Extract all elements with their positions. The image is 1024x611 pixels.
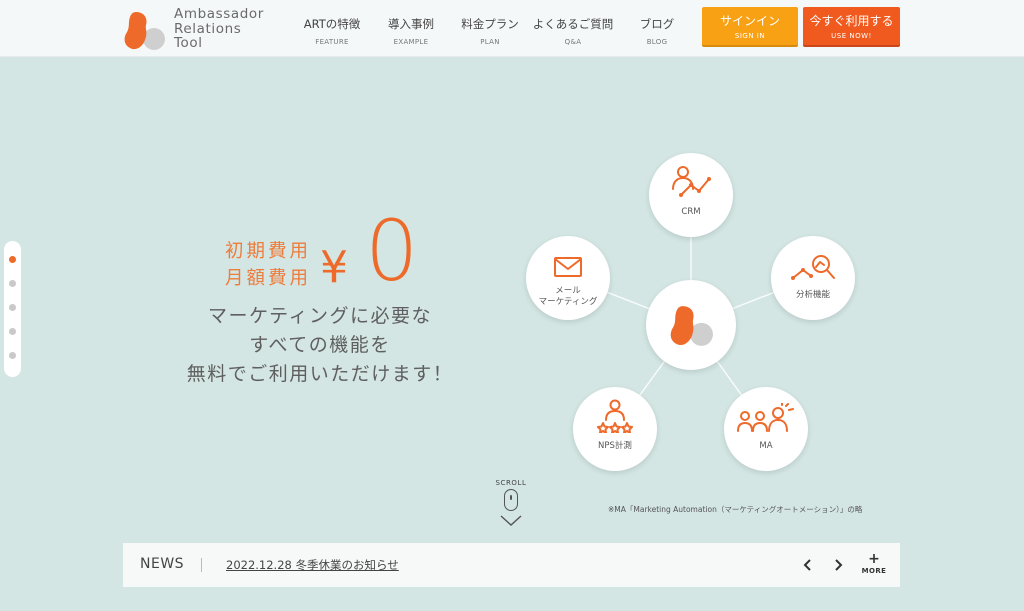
brand-name-line: Tool [174, 35, 203, 51]
brand-name-line: Ambassador [174, 6, 264, 22]
feature-crm[interactable]: CRM [649, 153, 733, 237]
scroll-indicator[interactable]: SCROLL [494, 479, 528, 531]
slide-pagination [4, 241, 21, 377]
plus-icon: + [868, 551, 880, 567]
slide-dot[interactable] [9, 304, 16, 311]
news-more-label: MORE [861, 567, 887, 575]
mouse-wheel [510, 495, 512, 500]
signin-button[interactable]: サインイン SIGN IN [702, 7, 798, 45]
feature-label: CRM [681, 207, 701, 217]
feature-label: MA [759, 441, 773, 451]
ma-people-group-icon [737, 403, 794, 432]
news-bar: NEWS 2022.12.28 冬季休業のお知らせ + MORE [123, 543, 900, 587]
ma-footnote: ※MA「Marketing Automation（マーケティングオートメーション… [608, 505, 863, 514]
hero-tagline-line: すべての機能を [249, 334, 391, 356]
yen-sign: ¥ [320, 242, 348, 293]
slide-dot[interactable] [9, 352, 16, 359]
news-divider [201, 558, 202, 572]
zero-price: 0 [365, 202, 419, 300]
feature-label: 分析機能 [795, 290, 830, 300]
feature-label: メール マーケティング [526, 286, 610, 308]
fee-labels: 初期費用 月額費用 [225, 238, 311, 292]
slide-dot[interactable] [9, 328, 16, 335]
feature-label: NPS計測 [598, 441, 632, 451]
brand-name: Ambassador Relations Tool [174, 7, 264, 51]
scroll-label: SCROLL [495, 479, 527, 487]
news-more-button[interactable]: + MORE [859, 551, 889, 575]
monthly-fee-label: 月額費用 [225, 268, 312, 289]
feature-analytics[interactable]: 分析機能 [771, 236, 855, 320]
feature-ma[interactable]: MA [724, 387, 808, 471]
slide-dot-active[interactable] [9, 256, 16, 263]
center-node [646, 280, 736, 370]
slide-dot[interactable] [9, 280, 16, 287]
nav-sublabel: BLOG [646, 38, 668, 46]
mouse-icon [504, 489, 518, 511]
brand-center-icon [670, 306, 713, 346]
feature-label-line: マーケティング [538, 297, 598, 307]
feature-nps[interactable]: NPS計測 [573, 387, 657, 471]
analytics-magnifier-icon [791, 255, 835, 280]
feature-label-line: メール [555, 286, 581, 296]
hero-tagline-line: マーケティングに必要な [208, 305, 432, 327]
site-header: Ambassador Relations Tool ARTの特徴 FEATURE… [0, 0, 1024, 57]
brand-logo[interactable]: Ambassador Relations Tool [122, 6, 292, 52]
initial-fee-label: 初期費用 [225, 241, 312, 262]
feature-mail-marketing[interactable]: メール マーケティング [526, 236, 610, 320]
hero-tagline: マーケティングに必要な すべての機能を 無料でご利用いただけます！ [180, 302, 460, 389]
nav-blog[interactable]: ブログ BLOG [602, 16, 712, 46]
mail-envelope-icon [554, 257, 582, 277]
nav-label: ブログ [639, 17, 675, 31]
logo-mark-icon [124, 12, 165, 50]
chevron-left-icon[interactable] [801, 558, 815, 572]
nps-person-stars-icon [597, 399, 633, 433]
hero-tagline-line: 無料でご利用いただけます！ [186, 363, 454, 385]
news-item-link[interactable]: 2022.12.28 冬季休業のお知らせ [226, 557, 399, 573]
signin-sublabel: SIGN IN [734, 32, 766, 40]
signin-label: サインイン [719, 14, 780, 28]
feature-diagram: CRM 分析機能 メール マーケティング NPS計測 MA [480, 140, 880, 480]
crm-person-chart-icon [672, 166, 711, 197]
use-now-sublabel: USE NOW! [831, 32, 872, 40]
brand-name-line: Relations [174, 20, 242, 37]
news-title: NEWS [140, 556, 185, 572]
use-now-label: 今すぐ利用する [809, 14, 894, 28]
use-now-button[interactable]: 今すぐ利用する USE NOW! [803, 7, 900, 45]
chevron-right-icon[interactable] [831, 558, 845, 572]
chevron-down-icon [500, 515, 522, 526]
